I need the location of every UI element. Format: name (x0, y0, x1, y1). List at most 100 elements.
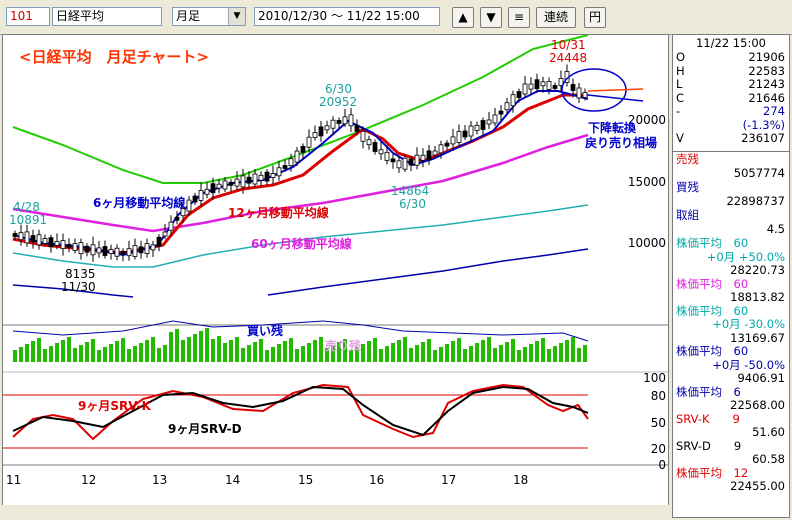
volume-bar (73, 348, 77, 362)
ohlc-row: C 21646 (673, 91, 789, 105)
candle (276, 167, 282, 177)
x-tick: 12 (81, 473, 96, 487)
annot-value: 20952 (319, 95, 357, 109)
osc-tick: 0 (658, 458, 666, 472)
ma-panel-value: 18813.82 (673, 291, 789, 304)
srvk-label: 9ヶ月SRV-K (78, 399, 152, 413)
volume-bar (289, 338, 293, 362)
y-tick: 10000 (628, 236, 666, 250)
prev-button[interactable]: ▲ (452, 7, 474, 28)
annot-value: 24448 (549, 51, 587, 65)
candle (426, 150, 432, 161)
volume-bar (199, 331, 203, 362)
ma-panel-value-text: 9406.91 (737, 371, 785, 385)
volume-bar (151, 337, 155, 362)
ohlc-key: L (676, 77, 683, 91)
volume-bar (463, 349, 467, 362)
volume-bar (433, 350, 437, 362)
candle (60, 240, 66, 250)
ohlc-key: - (676, 104, 681, 118)
horizontal-scrollbar[interactable] (2, 505, 669, 518)
candle (36, 234, 42, 246)
annot-date: 10/31 (551, 38, 586, 52)
candle (228, 181, 234, 186)
candle (246, 176, 252, 184)
menu-button[interactable]: ≡ (508, 7, 530, 28)
candle (306, 136, 312, 148)
ma-panel-sub: +0月 -50.0% (673, 358, 789, 372)
period-select-value: 月足 (176, 9, 201, 23)
srvd-label: 9ヶ月SRV-D (168, 422, 242, 436)
candle (288, 158, 294, 167)
volume-bar (103, 347, 107, 362)
volume-bar (121, 338, 125, 362)
yen-button[interactable]: 円 (584, 7, 606, 28)
next-button[interactable]: ▼ (480, 7, 502, 28)
annot-value: 8135 (65, 267, 96, 281)
candle (198, 189, 204, 201)
volume-bar (421, 342, 425, 362)
volume-bar (139, 343, 143, 362)
ohlc-row: - 274 (673, 105, 789, 118)
ma-panel-name-text: 株価平均 60 (676, 344, 749, 358)
candle (468, 125, 474, 137)
x-axis: 11 12 13 14 15 16 17 18 (6, 473, 528, 487)
ma-panel-value-text: 13169.67 (730, 330, 785, 345)
chevron-down-icon[interactable]: ▼ (228, 8, 245, 25)
volume-bar (235, 337, 239, 362)
volume-bar (475, 343, 479, 362)
trend-line-red (587, 88, 644, 92)
ma12-panel-value-text: 22455.00 (730, 479, 785, 493)
candle (516, 91, 522, 98)
candle (210, 183, 216, 194)
continuous-button[interactable]: 連続 (536, 7, 576, 28)
candle (150, 244, 156, 251)
x-tick: 15 (298, 473, 313, 487)
srvd-panel-name-text: SRV-D 9 (676, 438, 742, 453)
volume-bar (553, 346, 557, 362)
volume-bar (523, 347, 527, 362)
x-tick: 18 (513, 473, 528, 487)
ma-panel-name-text: 株価平均 60 (676, 303, 749, 318)
volume-bar (91, 339, 95, 362)
volume-bar (427, 339, 431, 362)
candle (264, 171, 270, 182)
candle (138, 246, 144, 254)
ma-panel-value: 28220.73 (673, 264, 789, 277)
volume-bar (541, 338, 545, 362)
volume-bar (61, 340, 65, 362)
stock-name-field[interactable]: 日経平均 (52, 7, 162, 26)
volume-bar (187, 337, 191, 362)
volume-bar (217, 336, 221, 362)
chart-area[interactable]: 20000 15000 10000 100 80 50 20 0 11 12 1… (2, 34, 669, 508)
candle (396, 160, 402, 169)
volume-bar (163, 345, 167, 362)
ma-panel-value-text: 18813.82 (730, 290, 785, 304)
x-tick: 17 (441, 473, 456, 487)
annot-date: 4/28 (13, 200, 40, 214)
monthly-chart[interactable]: 20000 15000 10000 100 80 50 20 0 11 12 1… (3, 34, 668, 507)
ohlc-row: (-1.3%) (673, 118, 789, 132)
ma12-panel-name: 株価平均 12 (673, 466, 789, 480)
stock-code-input[interactable]: 101 (6, 7, 50, 26)
annot-date: 11/30 (61, 280, 96, 294)
ma12-label: 12ヶ月移動平均線 (228, 205, 329, 220)
candle (168, 221, 174, 231)
trend-label-2: 戻り売り相場 (585, 135, 657, 150)
volume-bar (19, 347, 23, 362)
candle (48, 237, 54, 248)
volume-bar (169, 332, 173, 362)
period-select[interactable]: 月足 ▼ (172, 7, 246, 26)
kaizan-label: 買い残 (247, 323, 283, 338)
volume-bar (25, 344, 29, 362)
date-range-field[interactable]: 2010/12/30 ～ 11/22 15:00 (254, 7, 440, 26)
ma-panel-sub-text: +0月 -30.0% (712, 317, 785, 331)
volume-bar (505, 342, 509, 362)
candle (414, 154, 420, 166)
volume-bar (409, 348, 413, 362)
candle (552, 85, 558, 89)
volume-bar (499, 345, 503, 362)
x-tick: 16 (369, 473, 384, 487)
candle (372, 142, 378, 152)
volume-bar (115, 341, 119, 362)
